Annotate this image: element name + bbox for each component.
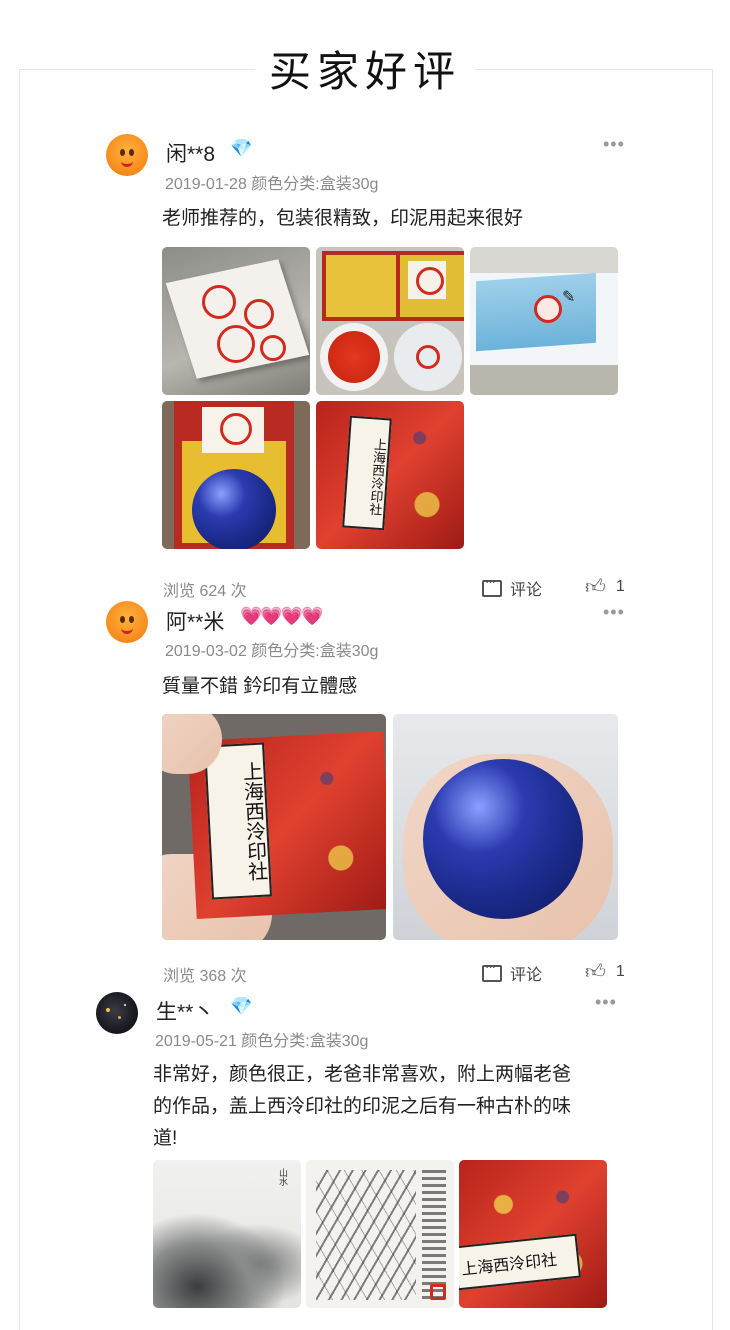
review-meta: 2019-01-28 颜色分类:盒装30g	[165, 176, 379, 193]
like-count: 1	[615, 963, 625, 980]
more-dots-icon[interactable]: •••	[595, 993, 617, 1011]
review-photo[interactable]: 上海西泠印社	[459, 1160, 607, 1308]
like-button[interactable]: 👍︎ 1	[585, 960, 625, 984]
avatar[interactable]	[96, 992, 138, 1034]
thumbs-up-icon: 👍︎	[585, 576, 606, 598]
review-photo[interactable]	[316, 247, 464, 395]
like-count: 1	[615, 578, 625, 595]
view-count: 浏览 368 次	[163, 968, 247, 985]
review-meta: 2019-05-21 颜色分类:盒装30g	[155, 1033, 369, 1050]
review-username[interactable]: 生**丶	[156, 996, 214, 1026]
review-username[interactable]: 阿**米	[166, 606, 224, 636]
thumbs-up-icon: 👍︎	[585, 961, 606, 983]
avatar[interactable]	[106, 134, 148, 176]
comment-button[interactable]: 评论	[482, 959, 543, 985]
review-text: 非常好，颜色很正，老爸非常喜欢，附上两幅老爸 的作品，盖上西泠印社的印泥之后有一…	[153, 1064, 572, 1149]
diamond-icon: 💎	[230, 996, 253, 1016]
review-text: 老师推荐的，包装很精致，印泥用起来很好	[162, 208, 524, 229]
view-count: 浏览 624 次	[163, 583, 247, 600]
comment-icon	[482, 959, 502, 982]
more-dots-icon[interactable]: •••	[603, 603, 625, 621]
comment-label: 评论	[510, 582, 543, 599]
comment-icon	[482, 574, 502, 597]
review-photo[interactable]	[393, 714, 618, 940]
comment-label: 评论	[510, 967, 543, 984]
avatar[interactable]	[106, 601, 148, 643]
review-photo[interactable]	[306, 1160, 454, 1308]
comment-button[interactable]: 评论	[482, 574, 543, 600]
review-photo[interactable]: ✎	[470, 247, 618, 395]
review-username[interactable]: 闲**8	[166, 138, 215, 168]
review-photo[interactable]	[162, 247, 310, 395]
review-photo[interactable]: 山水	[153, 1160, 301, 1308]
diamond-icon: 💎	[230, 138, 253, 158]
review-meta: 2019-03-02 颜色分类:盒装30g	[165, 643, 379, 660]
heart-icon: 💗💗💗💗	[240, 606, 324, 626]
review-photo[interactable]: 上海西泠印社	[162, 714, 386, 940]
page-title: 买家好评	[0, 38, 730, 99]
review-photo[interactable]: 上海西泠印社	[316, 401, 464, 549]
more-dots-icon[interactable]: •••	[603, 135, 625, 153]
review-text: 質量不錯 鈐印有立體感	[162, 676, 358, 697]
review-photo[interactable]	[162, 401, 310, 549]
like-button[interactable]: 👍︎ 1	[585, 575, 625, 599]
